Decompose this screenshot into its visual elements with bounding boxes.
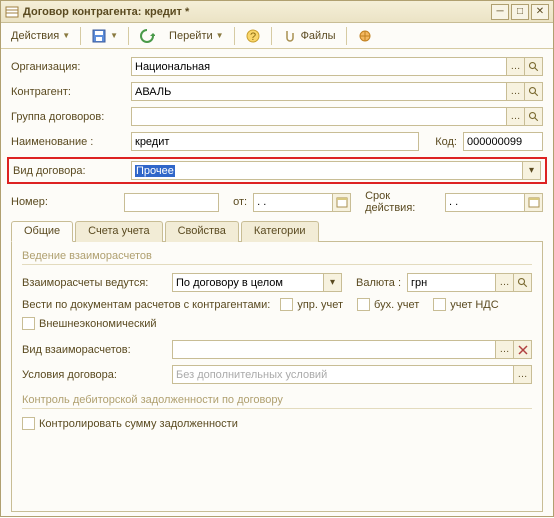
number-label: Номер:	[11, 196, 124, 208]
close-button[interactable]: ✕	[531, 4, 549, 20]
maximize-button[interactable]: □	[511, 4, 529, 20]
contragent-input[interactable]: АВАЛЬ	[131, 82, 507, 101]
currency-select-button[interactable]: …	[496, 273, 514, 292]
valid-label: Срок действия:	[365, 190, 439, 214]
contragent-label: Контрагент:	[11, 86, 131, 98]
contract-type-row: Вид договора: Прочее ▾	[7, 157, 547, 184]
actions-menu[interactable]: Действия ▼	[5, 26, 76, 46]
clip-icon	[282, 28, 298, 44]
type-dropdown-button[interactable]: ▾	[523, 161, 541, 180]
window-icon	[5, 5, 19, 19]
save-button[interactable]: ▼	[85, 26, 124, 46]
org-input[interactable]: Национальная	[131, 57, 507, 76]
kind-label: Вид взаиморасчетов:	[22, 344, 172, 356]
files-button[interactable]: Файлы	[276, 26, 342, 46]
checkbox-icon	[22, 417, 35, 430]
docline-label: Вести по документам расчетов с контраген…	[22, 299, 270, 311]
globe-icon	[357, 28, 373, 44]
calc-input[interactable]: По договору в целом	[172, 273, 324, 292]
separator	[80, 27, 81, 45]
window-title: Договор контрагента: кредит *	[23, 6, 489, 18]
upr-checkbox[interactable]: упр. учет	[280, 298, 343, 311]
calc-label: Взаиморасчеты ведутся:	[22, 277, 172, 289]
contragent-search-button[interactable]	[525, 82, 543, 101]
buh-checkbox[interactable]: бух. учет	[357, 298, 419, 311]
group-select-button[interactable]: …	[507, 107, 525, 126]
tab-categories[interactable]: Категории	[241, 221, 319, 242]
calc-dropdown-button[interactable]: ▾	[324, 273, 342, 292]
chevron-down-icon: ▼	[216, 31, 224, 40]
checkbox-icon	[280, 298, 293, 311]
tab-bar: Общие Счета учета Свойства Категории	[11, 220, 543, 242]
nds-checkbox[interactable]: учет НДС	[433, 298, 498, 311]
separator	[128, 27, 129, 45]
kind-select-button[interactable]: …	[496, 340, 514, 359]
toolbar: Действия ▼ ▼ Перейти ▼ ? Файлы	[1, 23, 553, 49]
minimize-button[interactable]: ─	[491, 4, 509, 20]
separator	[346, 27, 347, 45]
help-button[interactable]: ?	[239, 26, 267, 46]
tab-pane-general: Ведение взаиморасчетов Взаиморасчеты вед…	[11, 242, 543, 512]
foreign-checkbox[interactable]: Внешнеэкономический	[22, 317, 157, 330]
currency-search-button[interactable]	[514, 273, 532, 292]
number-input[interactable]	[124, 193, 219, 212]
from-label: от:	[233, 196, 247, 208]
from-date-input[interactable]: . .	[253, 193, 333, 212]
type-label: Вид договора:	[13, 165, 131, 177]
group-search-button[interactable]	[525, 107, 543, 126]
cond-select-button[interactable]: …	[514, 365, 532, 384]
type-input[interactable]: Прочее	[131, 161, 523, 180]
from-date-picker[interactable]	[333, 193, 351, 212]
name-input[interactable]: кредит	[131, 132, 419, 151]
separator	[234, 27, 235, 45]
cond-input[interactable]: Без дополнительных условий	[172, 365, 514, 384]
link-button[interactable]	[351, 26, 379, 46]
checkbox-icon	[433, 298, 446, 311]
tab-accounts[interactable]: Счета учета	[75, 221, 162, 242]
help-icon: ?	[245, 28, 261, 44]
disk-icon	[91, 28, 107, 44]
titlebar: Договор контрагента: кредит * ─ □ ✕	[1, 1, 553, 23]
control-sum-checkbox[interactable]: Контролировать сумму задолженности	[22, 417, 238, 430]
separator	[271, 27, 272, 45]
code-input[interactable]: 000000099	[463, 132, 543, 151]
refresh-icon	[139, 28, 155, 44]
code-label: Код:	[435, 136, 457, 148]
kind-input[interactable]	[172, 340, 496, 359]
tab-properties[interactable]: Свойства	[165, 221, 239, 242]
org-select-button[interactable]: …	[507, 57, 525, 76]
kind-clear-button[interactable]	[514, 340, 532, 359]
contragent-select-button[interactable]: …	[507, 82, 525, 101]
org-label: Организация:	[11, 61, 131, 73]
currency-input[interactable]: грн	[407, 273, 496, 292]
section-debt-control: Контроль дебиторской задолженности по до…	[22, 394, 532, 409]
name-label: Наименование :	[11, 136, 131, 148]
tab-general[interactable]: Общие	[11, 221, 73, 242]
chevron-down-icon: ▼	[110, 31, 118, 40]
valid-date-input[interactable]: . .	[445, 193, 525, 212]
currency-label: Валюта :	[356, 277, 401, 289]
group-input[interactable]	[131, 107, 507, 126]
svg-text:?: ?	[250, 31, 256, 43]
section-settlements: Ведение взаиморасчетов	[22, 250, 532, 265]
refresh-button[interactable]	[133, 26, 161, 46]
org-search-button[interactable]	[525, 57, 543, 76]
goto-menu[interactable]: Перейти ▼	[163, 26, 230, 46]
group-label: Группа договоров:	[11, 111, 131, 123]
type-value: Прочее	[135, 165, 175, 177]
checkbox-icon	[22, 317, 35, 330]
chevron-down-icon: ▼	[62, 31, 70, 40]
checkbox-icon	[357, 298, 370, 311]
valid-date-picker[interactable]	[525, 193, 543, 212]
cond-label: Условия договора:	[22, 369, 172, 381]
